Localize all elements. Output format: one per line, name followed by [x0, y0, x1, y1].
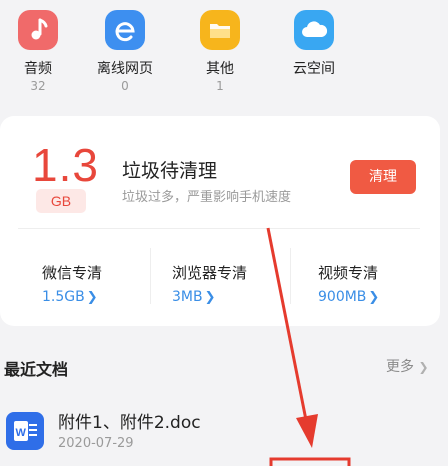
category-label: 云空间 — [293, 61, 335, 77]
cleanup-title: 垃圾待清理 — [122, 160, 218, 182]
clean-item-value: 3MB — [172, 289, 203, 305]
document-date: 2020-07-29 — [58, 436, 134, 451]
annotation-arrow-head — [296, 414, 318, 448]
annotation-highlight-box — [269, 457, 351, 466]
category-row: 音频 32 离线网页 0 其他 1 云空间 — [0, 0, 448, 108]
browser-clean-item[interactable]: 浏览器专清 3MB ❯ — [172, 262, 312, 305]
cloud-icon — [294, 10, 334, 50]
clean-item-name: 微信专清 — [42, 264, 103, 282]
more-link[interactable]: 更多 ❯ — [386, 356, 429, 376]
chevron-right-icon: ❯ — [368, 290, 380, 305]
cleanup-description: 垃圾过多，严重影响手机速度 — [122, 190, 292, 205]
category-label: 离线网页 — [97, 61, 153, 77]
category-count: 1 — [216, 79, 224, 93]
document-name[interactable]: 附件1、附件2.doc — [58, 408, 201, 433]
category-count: 32 — [30, 79, 46, 93]
category-label: 其他 — [206, 61, 234, 77]
recent-docs-title: 最近文档 — [4, 360, 69, 379]
card-divider — [18, 228, 420, 229]
item-divider — [150, 248, 151, 304]
chevron-right-icon: ❯ — [204, 290, 216, 305]
clean-item-value: 1.5GB — [42, 289, 85, 305]
clean-item-name: 视频专清 — [318, 264, 379, 282]
clean-button[interactable]: 清理 — [350, 160, 416, 194]
item-divider — [290, 248, 291, 304]
category-count: 0 — [121, 79, 129, 93]
word-doc-icon: W — [6, 412, 44, 450]
chevron-right-icon: ❯ — [86, 290, 98, 305]
junk-size-value: 1.3 — [32, 139, 99, 191]
chevron-right-icon: ❯ — [418, 360, 429, 374]
clean-item-name: 浏览器专清 — [172, 264, 248, 282]
category-label: 音频 — [24, 61, 52, 77]
wechat-clean-item[interactable]: 微信专清 1.5GB ❯ — [42, 262, 182, 305]
video-clean-item[interactable]: 视频专清 900MB ❯ — [318, 262, 448, 305]
clean-item-value: 900MB — [318, 289, 367, 305]
music-note-icon — [18, 10, 58, 50]
browser-e-icon — [105, 10, 145, 50]
svg-text:W: W — [16, 427, 27, 439]
cleanup-card: 1.3 GB 垃圾待清理 垃圾过多，严重影响手机速度 清理 微信专清 1.5GB… — [0, 116, 440, 326]
folder-icon — [200, 10, 240, 50]
more-label: 更多 — [386, 359, 414, 375]
junk-size-unit: GB — [36, 189, 86, 213]
